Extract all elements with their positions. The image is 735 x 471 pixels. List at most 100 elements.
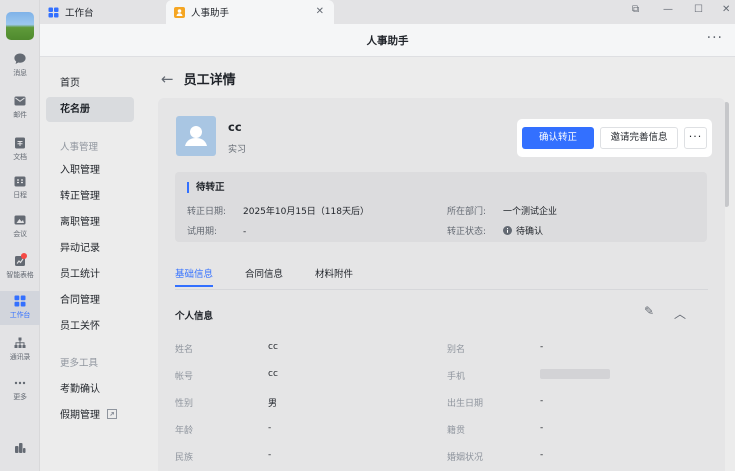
probation-period: 试用期: - bbox=[187, 224, 246, 237]
invite-complete-info-button[interactable]: 邀请完善信息 bbox=[600, 127, 678, 149]
rail-label: 通讯录 bbox=[9, 353, 31, 361]
collapse-chevron-icon[interactable]: ︿ bbox=[674, 305, 686, 322]
user-avatar[interactable] bbox=[6, 12, 34, 40]
employee-name: cc bbox=[228, 120, 242, 134]
sidebar-item-contracts[interactable]: 合同管理 bbox=[46, 288, 134, 313]
field-birthdate: 出生日期 - bbox=[447, 396, 543, 409]
main-content: ← 员工详情 cc 实习 确认转正 邀请完善信息 ··· 待转正 转正日期: 20… bbox=[143, 57, 735, 471]
detail-tabs: 基础信息 合同信息 材料附件 bbox=[175, 266, 708, 290]
field-name: 姓名 cc bbox=[175, 342, 278, 355]
app-center-icon bbox=[15, 443, 26, 453]
field-value: - bbox=[268, 423, 272, 433]
sidebar-item-regularization[interactable]: 转正管理 bbox=[46, 184, 134, 209]
rail-item-contacts[interactable]: 通讯录 bbox=[0, 336, 40, 362]
kv-label: 试用期: bbox=[187, 227, 218, 237]
sidebar-group-hr: 人事管理 bbox=[60, 142, 99, 153]
section-title: 个人信息 bbox=[175, 311, 214, 322]
regularization-date: 转正日期: 2025年10月15日（118天后） bbox=[187, 204, 369, 217]
rail-item-more[interactable]: 更多 bbox=[0, 376, 40, 402]
sidebar-item-home[interactable]: 首页 bbox=[46, 71, 134, 96]
rail-item-docs[interactable]: 文档 bbox=[0, 136, 40, 162]
document-icon bbox=[15, 137, 25, 149]
rail-item-meeting[interactable]: 会议 bbox=[0, 213, 40, 239]
tab-label: 工作台 bbox=[65, 8, 94, 19]
tab-basic-info[interactable]: 基础信息 bbox=[175, 266, 214, 287]
field-native-place: 籍贯 - bbox=[447, 423, 543, 436]
rail-item-messages[interactable]: 消息 bbox=[0, 52, 40, 78]
field-alias: 别名 - bbox=[447, 342, 543, 355]
field-value: - bbox=[540, 450, 544, 460]
department: 所在部门: 一个测试企业 bbox=[447, 204, 557, 217]
workbench-grid-icon bbox=[48, 7, 59, 17]
employee-detail-card: cc 实习 确认转正 邀请完善信息 ··· 待转正 转正日期: 2025年10月1… bbox=[158, 98, 725, 471]
tab-attachments[interactable]: 材料附件 bbox=[315, 266, 353, 280]
hr-sidebar: 首页 花名册 人事管理 入职管理 转正管理 离职管理 异动记录 员工统计 合同管… bbox=[40, 57, 143, 471]
tab-hr-assistant[interactable]: 人事助手 ✕ bbox=[166, 0, 334, 24]
info-icon bbox=[503, 226, 512, 235]
more-actions-button[interactable]: ··· bbox=[684, 127, 707, 149]
regularization-status-panel: 待转正 转正日期: 2025年10月15日（118天后） 试用期: - 所在部门: 一… bbox=[175, 172, 707, 242]
rail-item-calendar[interactable]: 日程 bbox=[0, 174, 40, 200]
edit-icon[interactable]: ✎ bbox=[644, 304, 654, 318]
sidebar-item-roster[interactable]: 花名册 bbox=[46, 97, 134, 122]
field-label: 年龄 bbox=[175, 426, 194, 436]
field-label: 民族 bbox=[175, 453, 194, 463]
kv-value: 一个测试企业 bbox=[503, 207, 558, 217]
rail-label: 消息 bbox=[13, 69, 27, 77]
confirm-regularization-button[interactable]: 确认转正 bbox=[522, 127, 594, 149]
workbench-grid-icon bbox=[14, 295, 26, 307]
action-group: 确认转正 邀请完善信息 ··· bbox=[517, 119, 712, 157]
field-label: 婚姻状况 bbox=[447, 453, 484, 463]
close-tab-icon[interactable]: ✕ bbox=[316, 6, 324, 17]
field-label: 出生日期 bbox=[447, 399, 484, 409]
rail-item-mail[interactable]: 邮件 bbox=[0, 94, 40, 120]
app-title: 人事助手 bbox=[366, 35, 409, 47]
sidebar-item-onboarding[interactable]: 入职管理 bbox=[46, 158, 134, 183]
field-ethnicity: 民族 - bbox=[175, 450, 271, 463]
more-dots-icon bbox=[14, 381, 26, 385]
close-window-icon[interactable]: ✕ bbox=[722, 4, 730, 15]
minimize-icon[interactable]: — bbox=[663, 4, 673, 15]
rail-label: 智能表格 bbox=[6, 271, 34, 279]
sidebar-item-care[interactable]: 员工关怀 bbox=[46, 314, 134, 339]
field-age: 年龄 - bbox=[175, 423, 271, 436]
back-arrow-icon[interactable]: ← bbox=[161, 70, 174, 88]
field-phone: 手机 bbox=[447, 369, 465, 382]
employee-avatar bbox=[176, 116, 216, 156]
sidebar-item-changes[interactable]: 异动记录 bbox=[46, 236, 134, 261]
field-label: 姓名 bbox=[175, 345, 194, 355]
field-account: 帐号 cc bbox=[175, 369, 278, 382]
field-marital-status: 婚姻状况 - bbox=[447, 450, 543, 463]
pin-window-icon[interactable]: ⧉ bbox=[632, 4, 639, 15]
sidebar-item-resignation[interactable]: 离职管理 bbox=[46, 210, 134, 235]
notification-badge bbox=[21, 253, 27, 259]
sidebar-item-stats[interactable]: 员工统计 bbox=[46, 262, 134, 287]
contacts-org-icon bbox=[14, 337, 26, 348]
rail-item-app-center[interactable] bbox=[0, 441, 40, 455]
mail-icon bbox=[14, 96, 26, 106]
person-icon bbox=[185, 126, 207, 146]
tab-label: 人事助手 bbox=[191, 8, 230, 19]
kv-value: - bbox=[243, 227, 247, 237]
field-value: cc bbox=[268, 369, 278, 379]
sidebar-item-attendance[interactable]: 考勤确认 bbox=[46, 377, 134, 402]
header-more-button[interactable]: ··· bbox=[707, 30, 723, 46]
field-label: 手机 bbox=[447, 372, 466, 382]
rail-label: 会议 bbox=[13, 230, 27, 238]
rail-label: 日程 bbox=[13, 191, 27, 199]
external-link-icon bbox=[107, 409, 118, 419]
sidebar-item-leave[interactable]: 假期管理 bbox=[46, 403, 134, 428]
tab-contract-info[interactable]: 合同信息 bbox=[245, 266, 283, 280]
field-value: 男 bbox=[268, 399, 278, 409]
field-gender: 性别 男 bbox=[175, 396, 277, 409]
app-rail: 消息 邮件 文档 日程 会议 智能表格 工作台 通讯录 更多 bbox=[0, 0, 40, 471]
maximize-icon[interactable]: ☐ bbox=[694, 4, 703, 15]
field-value: - bbox=[540, 342, 544, 352]
field-label: 别名 bbox=[447, 345, 466, 355]
employee-type: 实习 bbox=[228, 145, 247, 155]
rail-item-workbench[interactable]: 工作台 bbox=[0, 291, 40, 325]
tab-workbench[interactable]: 工作台 bbox=[40, 0, 166, 24]
rail-item-smart-sheet[interactable]: 智能表格 bbox=[0, 253, 40, 280]
sidebar-group-tools: 更多工具 bbox=[60, 358, 99, 369]
field-value: - bbox=[540, 396, 544, 406]
